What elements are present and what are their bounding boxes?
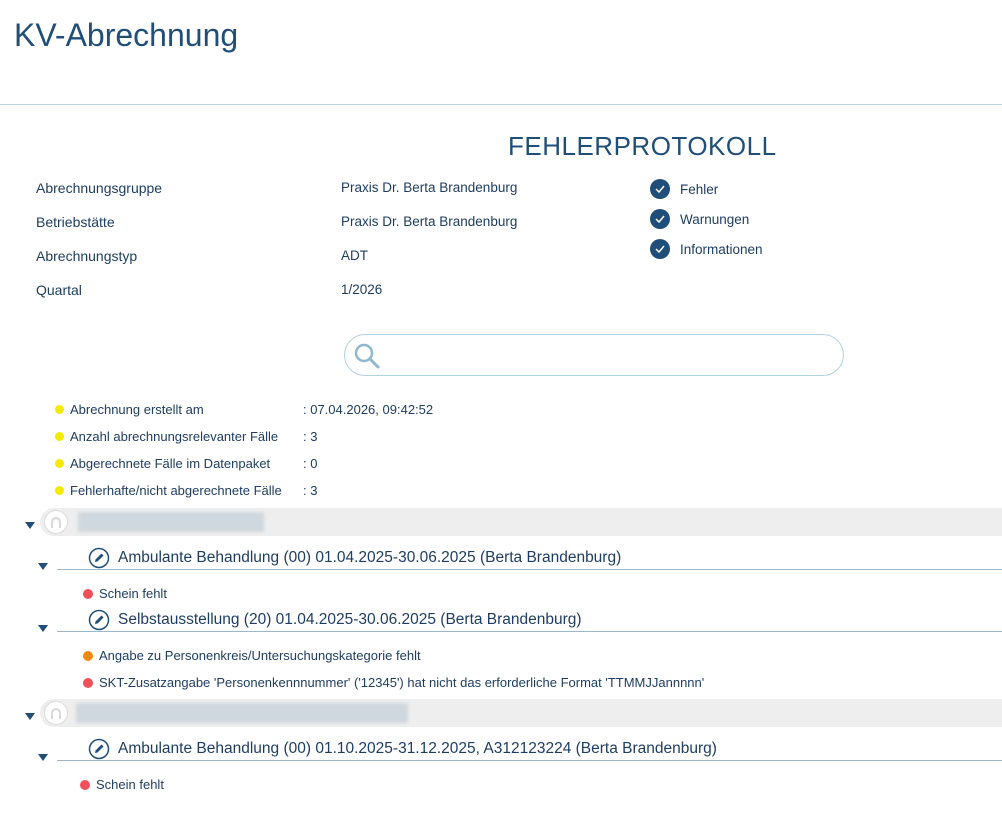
message-error: SKT-Zusatzangabe 'Personenkennnummer' ('… bbox=[83, 675, 704, 690]
edit-icon[interactable] bbox=[88, 547, 110, 569]
error-dot-icon bbox=[80, 779, 90, 790]
collapse-patient-2-icon[interactable] bbox=[25, 713, 35, 720]
info-dot-icon bbox=[55, 432, 64, 441]
stat-faulty-cases: Fehlerhafte/nicht abgerechnete Fälle : 3 bbox=[55, 483, 317, 498]
filter-fehler[interactable]: Fehler bbox=[650, 179, 718, 199]
info-label-abrechnungstyp: Abrechnungstyp bbox=[36, 248, 138, 264]
stat-relevant-cases: Anzahl abrechnungsrelevanter Fälle : 3 bbox=[55, 429, 317, 444]
patient-name-redacted bbox=[78, 512, 264, 532]
info-label-quartal: Quartal bbox=[36, 282, 82, 298]
avatar-icon bbox=[44, 510, 68, 534]
info-value-abrechnungstyp: ADT bbox=[341, 248, 368, 263]
error-dot-icon bbox=[83, 588, 93, 599]
info-dot-icon bbox=[55, 486, 64, 495]
patient-row-2[interactable] bbox=[40, 699, 1002, 727]
patient-row-1[interactable] bbox=[40, 508, 1002, 536]
check-icon[interactable] bbox=[650, 239, 670, 259]
error-dot-icon bbox=[83, 677, 93, 688]
case-title-3[interactable]: Ambulante Behandlung (00) 01.10.2025-31.… bbox=[88, 738, 717, 760]
avatar-icon bbox=[44, 701, 68, 725]
check-icon[interactable] bbox=[650, 179, 670, 199]
case-divider bbox=[57, 569, 1002, 570]
case-divider bbox=[57, 631, 1002, 632]
info-label-betriebstaette: Betriebstätte bbox=[36, 214, 115, 230]
search-box[interactable] bbox=[344, 334, 844, 376]
info-value-betriebstaette: Praxis Dr. Berta Brandenburg bbox=[341, 214, 518, 229]
info-value-quartal: 1/2026 bbox=[341, 282, 383, 297]
check-icon[interactable] bbox=[650, 209, 670, 229]
warning-dot-icon bbox=[83, 650, 93, 661]
header-divider bbox=[0, 104, 1002, 105]
case-title-1[interactable]: Ambulante Behandlung (00) 01.04.2025-30.… bbox=[88, 547, 621, 569]
collapse-case-3-icon[interactable] bbox=[38, 754, 48, 761]
filter-informationen[interactable]: Informationen bbox=[650, 239, 763, 259]
info-value-abrechnungsgruppe: Praxis Dr. Berta Brandenburg bbox=[341, 180, 518, 195]
stat-billed-cases: Abgerechnete Fälle im Datenpaket : 0 bbox=[55, 456, 317, 471]
filter-warnungen[interactable]: Warnungen bbox=[650, 209, 749, 229]
case-title-2[interactable]: Selbstausstellung (20) 01.04.2025-30.06.… bbox=[88, 609, 582, 631]
info-dot-icon bbox=[55, 459, 64, 468]
search-icon bbox=[353, 342, 381, 375]
info-label-abrechnungsgruppe: Abrechnungsgruppe bbox=[36, 180, 163, 196]
message-warning: Angabe zu Personenkreis/Untersuchungskat… bbox=[83, 648, 421, 663]
info-dot-icon bbox=[55, 405, 64, 414]
page-title: KV-Abrechnung bbox=[14, 17, 239, 53]
filter-label: Informationen bbox=[680, 241, 763, 257]
filter-label: Fehler bbox=[680, 181, 719, 197]
edit-icon[interactable] bbox=[88, 738, 110, 760]
message-error: Schein fehlt bbox=[80, 777, 164, 792]
edit-icon[interactable] bbox=[88, 609, 110, 631]
filter-label: Warnungen bbox=[680, 211, 750, 227]
collapse-patient-1-icon[interactable] bbox=[25, 522, 35, 529]
stat-created: Abrechnung erstellt am : 07.04.2026, 09:… bbox=[55, 402, 433, 417]
collapse-case-1-icon[interactable] bbox=[38, 563, 48, 570]
message-error: Schein fehlt bbox=[83, 586, 167, 601]
protocol-title: FEHLERPROTOKOLL bbox=[508, 131, 777, 161]
collapse-case-2-icon[interactable] bbox=[38, 625, 48, 632]
case-divider bbox=[57, 760, 1002, 761]
patient-name-redacted bbox=[76, 703, 408, 723]
